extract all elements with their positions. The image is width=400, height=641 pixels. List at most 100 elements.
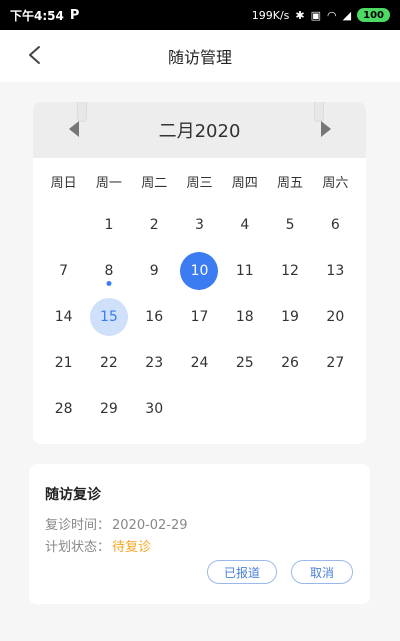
calendar-day-number: 20 (326, 309, 345, 325)
calendar-day[interactable]: 14 (41, 294, 86, 340)
event-dot-icon (106, 281, 112, 286)
calendar-day[interactable]: 19 (267, 294, 312, 340)
calendar-day[interactable]: 7 (41, 248, 86, 294)
wifi-icon: ◠ (327, 8, 337, 22)
calendar-day[interactable]: 29 (86, 386, 131, 432)
calendar-card: 二月2020 周日 周一 周二 周三 周四 周五 周六 1 2 3 4 5 6 7 8 9 10 11 12 13 1… (33, 102, 366, 444)
calendar-day-number: 12 (281, 263, 299, 279)
calendar-day[interactable]: 24 (177, 340, 222, 386)
battery-icon: 100 (357, 8, 390, 22)
calendar-empty-cell (222, 386, 267, 432)
battery-level: 100 (363, 9, 384, 21)
weekday-label: 周日 (50, 176, 77, 191)
visit-date-value: 2020-02-29 (112, 518, 188, 533)
next-month-arrow-icon[interactable] (321, 121, 331, 137)
weekday-label: 周六 (322, 176, 349, 191)
calendar-empty-cell (41, 202, 86, 248)
calendar-day-number: 21 (54, 355, 73, 371)
calendar-day[interactable]: 3 (177, 202, 222, 248)
calendar-day[interactable]: 6 (313, 202, 358, 248)
calendar-day-number: 25 (235, 355, 254, 371)
calendar-day[interactable]: 18 (222, 294, 267, 340)
weekday-label: 周二 (141, 176, 168, 191)
calendar-day-number: 11 (235, 263, 254, 279)
page-title: 随访管理 (167, 48, 232, 67)
calendar-day[interactable]: 4 (222, 202, 267, 248)
calendar-day-number: 9 (149, 263, 159, 279)
calendar-day-number: 5 (285, 217, 295, 233)
calendar-day-number: 19 (281, 309, 299, 325)
calendar-day[interactable]: 16 (132, 294, 177, 340)
chevron-left-icon[interactable] (24, 44, 46, 66)
calendar-day[interactable]: 12 (267, 248, 312, 294)
visit-status-label: 计划状态： (45, 540, 111, 555)
status-time: 下午4:54 (10, 8, 64, 23)
calendar-day[interactable]: 21 (41, 340, 86, 386)
calendar-day[interactable]: 15 (86, 294, 131, 340)
calendar-day-number: 16 (145, 309, 164, 325)
calendar-day[interactable]: 23 (132, 340, 177, 386)
calendar-day[interactable]: 1 (86, 202, 131, 248)
calendar-day-number: 30 (145, 401, 164, 417)
calendar-day-number: 4 (240, 217, 250, 233)
calendar-day[interactable]: 28 (41, 386, 86, 432)
nav-bar: 随访管理 (0, 30, 400, 83)
calendar-day-number: 27 (326, 355, 345, 371)
reported-button[interactable]: 已报道 (207, 560, 277, 584)
status-left: 下午4:54 P (10, 7, 79, 24)
calendar-day[interactable]: 17 (177, 294, 222, 340)
calendar-day[interactable]: 10 (177, 248, 222, 294)
calendar-day-number: 23 (145, 355, 164, 371)
calendar-day[interactable]: 27 (313, 340, 358, 386)
weekday-label: 周三 (186, 176, 213, 191)
visit-date-row: 复诊时间： 2020-02-29 (45, 514, 188, 533)
visit-status-row: 计划状态： 待复诊 (45, 536, 151, 555)
binder-pin-left (77, 102, 87, 122)
calendar-empty-cell (267, 386, 312, 432)
calendar-day-number: 15 (100, 309, 118, 325)
calendar-day[interactable]: 26 (267, 340, 312, 386)
calendar-day[interactable]: 20 (313, 294, 358, 340)
calendar-day[interactable]: 25 (222, 340, 267, 386)
calendar-day-number: 24 (190, 355, 209, 371)
bluetooth-icon: ✱ (295, 8, 305, 22)
calendar-day-number: 2 (149, 217, 159, 233)
calendar-empty-cell (313, 386, 358, 432)
main-content: 二月2020 周日 周一 周二 周三 周四 周五 周六 1 2 3 4 5 6 7 8 9 10 11 12 13 1… (0, 82, 400, 641)
calendar-day[interactable]: 11 (222, 248, 267, 294)
calendar-day-number: 17 (190, 309, 209, 325)
signal-icon: ◢ (342, 8, 352, 22)
calendar-day-number: 22 (100, 355, 118, 371)
prev-month-arrow-icon[interactable] (69, 121, 79, 137)
calendar-day[interactable]: 2 (132, 202, 177, 248)
weekday-header: 周日 周一 周二 周三 周四 周五 周六 (41, 172, 358, 191)
calendar-day[interactable]: 22 (86, 340, 131, 386)
calendar-day[interactable]: 30 (132, 386, 177, 432)
calendar-day-number: 7 (59, 263, 69, 279)
calendar-header: 二月2020 (33, 102, 366, 158)
calendar-day[interactable]: 13 (313, 248, 358, 294)
weekday-label: 周四 (231, 176, 258, 191)
weekday-label: 周五 (277, 176, 304, 191)
cancel-button[interactable]: 取消 (291, 560, 353, 584)
visit-card: 随访复诊 复诊时间： 2020-02-29 计划状态： 待复诊 已报道 取消 (29, 464, 370, 604)
calendar-day-number: 14 (54, 309, 73, 325)
calendar-day[interactable]: 8 (86, 248, 131, 294)
calendar-day-number: 18 (235, 309, 254, 325)
calendar-day-number: 1 (104, 217, 114, 233)
calendar-day-number: 28 (54, 401, 73, 417)
binder-pin-right (314, 102, 324, 122)
calendar-day[interactable]: 9 (132, 248, 177, 294)
network-speed: 199K/s (251, 8, 290, 22)
visit-title: 随访复诊 (45, 487, 101, 503)
status-bar: 下午4:54 P 199K/s ✱ ▣ ◠ ◢ 100 (0, 0, 400, 30)
weekday-label: 周一 (95, 176, 122, 191)
vibrate-icon: ▣ (310, 8, 322, 22)
calendar-day-number: 8 (104, 263, 114, 279)
calendar-day-number: 29 (100, 401, 118, 417)
calendar-day-number: 10 (190, 263, 209, 279)
visit-status-value: 待复诊 (112, 540, 152, 555)
calendar-day[interactable]: 5 (267, 202, 312, 248)
calendar-day-number: 6 (330, 217, 340, 233)
calendar-day-number: 13 (326, 263, 345, 279)
